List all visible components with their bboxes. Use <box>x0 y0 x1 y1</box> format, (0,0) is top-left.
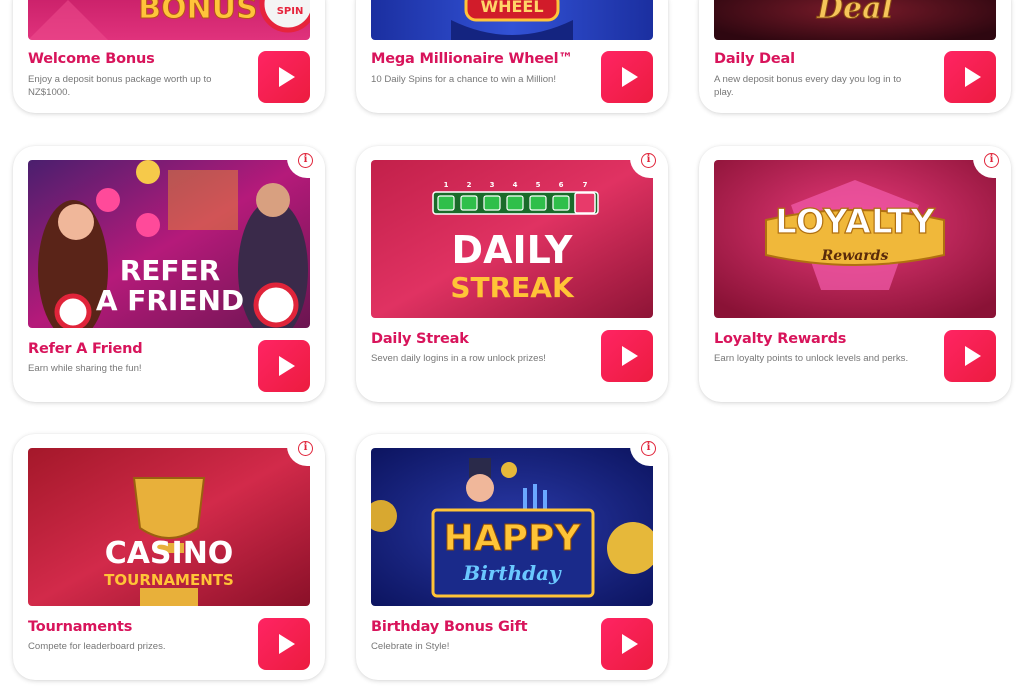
promo-description: Enjoy a deposit bonus package worth up t… <box>28 74 212 98</box>
art-text-tournaments: TOURNAMENTS <box>104 571 234 589</box>
day-number: 1 <box>444 181 449 189</box>
play-button[interactable] <box>258 618 310 670</box>
promo-title: Refer A Friend <box>28 341 143 357</box>
promo-card-tournaments[interactable]: CASINO TOURNAMENTS i Tournaments Compete… <box>13 434 325 680</box>
play-button[interactable] <box>944 51 996 103</box>
promo-title: Daily Deal <box>714 51 795 67</box>
play-button[interactable] <box>944 330 996 382</box>
promotions-grid: BONUS SPIN Welcome Bonus Enjoy a deposit… <box>0 0 1024 693</box>
art-text-spin: SPIN <box>277 6 304 17</box>
art-text-wheel: WHEEL <box>480 0 543 16</box>
art-text-refer: REFER <box>120 254 221 287</box>
art-text-happy: HAPPY <box>444 518 582 559</box>
info-icon: i <box>298 153 313 168</box>
art-text-birthday: Birthday <box>462 561 562 585</box>
promo-image-loyalty-rewards[interactable]: LOYALTY Rewards <box>714 160 996 318</box>
day-number: 4 <box>513 181 518 189</box>
promo-image-mega-wheel[interactable]: WHEEL <box>371 0 653 40</box>
promo-description: Seven daily logins in a row unlock prize… <box>371 353 546 364</box>
promo-card-loyalty-rewards[interactable]: LOYALTY Rewards i Loyalty Rewards Earn l… <box>699 146 1011 402</box>
promo-image-welcome-bonus[interactable]: BONUS SPIN <box>28 0 310 40</box>
promo-title: Loyalty Rewards <box>714 331 847 347</box>
promo-description: 10 Daily Spins for a chance to win a Mil… <box>371 74 557 85</box>
promo-card-refer-a-friend[interactable]: REFER A FRIEND i Refer A Friend Earn whi… <box>13 146 325 402</box>
promo-title: Tournaments <box>28 619 133 635</box>
info-icon: i <box>641 153 656 168</box>
promo-image-daily-streak[interactable]: 1 2 3 4 5 6 7 DAILY STREAK <box>371 160 653 318</box>
play-button[interactable] <box>258 340 310 392</box>
art-text-bonus: BONUS <box>138 0 257 26</box>
promo-description: Earn loyalty points to unlock levels and… <box>714 353 909 364</box>
promo-title: Welcome Bonus <box>28 51 155 67</box>
art-text-streak: STREAK <box>450 271 575 304</box>
day-number: 7 <box>583 181 588 189</box>
info-icon: i <box>298 441 313 456</box>
day-number: 6 <box>559 181 564 189</box>
promo-card-welcome-bonus[interactable]: BONUS SPIN Welcome Bonus Enjoy a deposit… <box>13 0 325 113</box>
day-number: 2 <box>467 181 472 189</box>
day-number: 5 <box>536 181 541 189</box>
art-text-daily: DAILY <box>452 228 573 272</box>
promo-image-happy-birthday[interactable]: HAPPY Birthday <box>371 448 653 606</box>
art-text-deal: Deal <box>816 0 893 26</box>
play-button[interactable] <box>601 51 653 103</box>
promo-title: Daily Streak <box>371 331 469 347</box>
promo-description: Compete for leaderboard prizes. <box>28 641 166 652</box>
promo-image-casino-tournaments[interactable]: CASINO TOURNAMENTS <box>28 448 310 606</box>
promo-description: Earn while sharing the fun! <box>28 363 142 374</box>
promo-title: Birthday Bonus Gift <box>371 619 528 635</box>
art-text-casino: CASINO <box>105 536 234 571</box>
art-text-rewards: Rewards <box>821 248 889 264</box>
promo-card-birthday-bonus-gift[interactable]: HAPPY Birthday i Birthday Bonus Gift Cel… <box>356 434 668 680</box>
promo-description: Celebrate in Style! <box>371 641 450 652</box>
promo-image-daily-deal[interactable]: Deal <box>714 0 996 40</box>
promo-card-daily-streak[interactable]: 1 2 3 4 5 6 7 DAILY STREAK i Daily Streak S… <box>356 146 668 402</box>
play-button[interactable] <box>601 330 653 382</box>
day-number: 3 <box>490 181 495 189</box>
art-text-loyalty: LOYALTY <box>775 202 935 242</box>
promo-description: A new deposit bonus every day you log in… <box>714 74 902 98</box>
promo-title: Mega Millionaire Wheel™ <box>371 51 573 67</box>
art-text-a-friend: A FRIEND <box>96 284 244 317</box>
promo-card-daily-deal[interactable]: Deal Daily Deal A new deposit bonus ever… <box>699 0 1011 113</box>
info-icon: i <box>641 441 656 456</box>
promo-card-mega-millionaire-wheel[interactable]: WHEEL Mega Millionaire Wheel™ 10 Daily S… <box>356 0 668 113</box>
promo-image-refer-a-friend[interactable]: REFER A FRIEND <box>28 160 310 328</box>
play-button[interactable] <box>258 51 310 103</box>
info-icon: i <box>984 153 999 168</box>
play-button[interactable] <box>601 618 653 670</box>
